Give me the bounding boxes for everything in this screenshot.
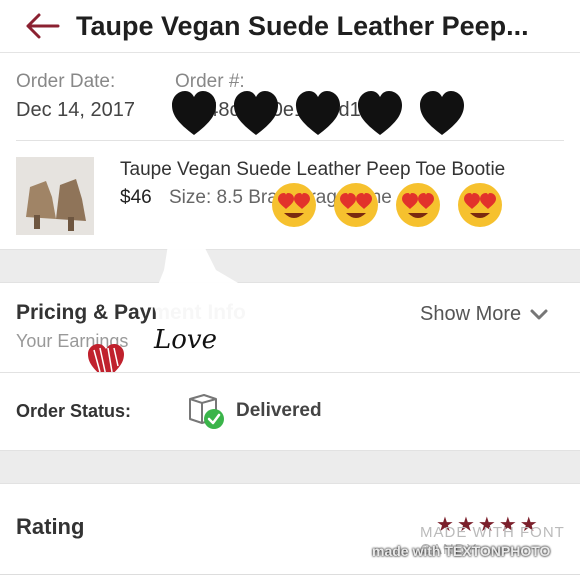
textonphoto-watermark: made with TEXTONPHOTO [372,543,551,559]
item-title[interactable]: Taupe Vegan Suede Leather Peep Toe Booti… [120,159,505,181]
section-gap [0,450,580,484]
order-date-label: Order Date: [16,71,116,92]
top-bar: Taupe Vegan Suede Leather Peep... [0,0,580,53]
heart-eyes-emoji-stickers [272,183,502,227]
show-more-label: Show More [420,303,522,325]
item-thumbnail[interactable] [16,157,94,235]
order-date-value: Dec 14, 2017 [16,99,135,121]
order-number-label: Order #: [175,71,245,92]
order-status-row: Order Status: Delivered [0,373,580,449]
order-summary: Order Date: Dec 14, 2017 Order #: 5c348c… [0,53,580,249]
order-status-label: Order Status: [16,401,132,421]
left-arrow-icon[interactable] [24,11,62,41]
package-delivered-icon [189,394,224,429]
divider [16,140,564,141]
section-gap [0,249,580,283]
black-heart-stickers [172,91,464,135]
order-status-value: Delivered [236,400,322,421]
chevron-down-icon [530,309,548,319]
item-price: $46 [120,187,152,208]
divider [0,574,580,575]
page-title: Taupe Vegan Suede Leather Peep... [76,10,529,41]
bootie-image-icon [16,157,94,235]
rating-label: Rating [16,514,85,539]
show-more-button[interactable]: Show More [420,303,549,326]
love-sticker-text: Love [154,325,217,355]
